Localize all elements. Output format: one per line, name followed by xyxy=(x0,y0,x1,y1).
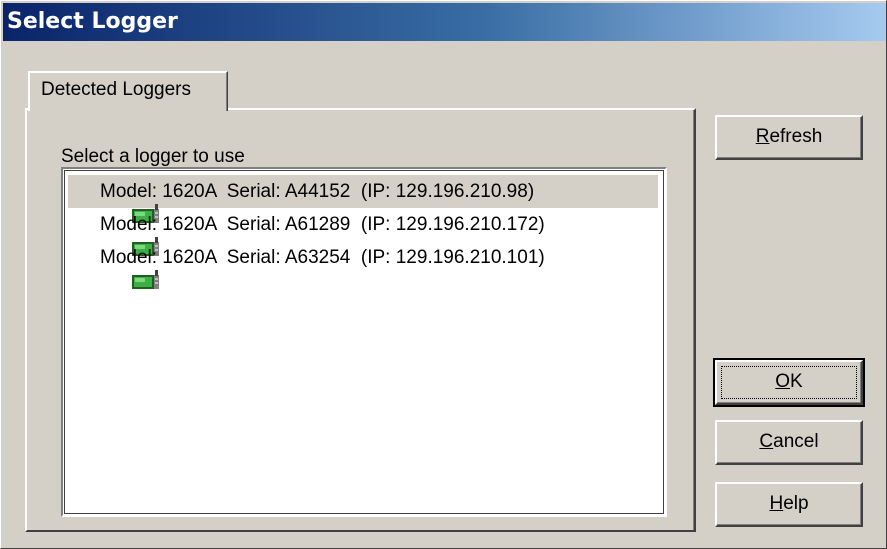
ok-button[interactable]: OK xyxy=(713,358,865,407)
select-logger-dialog: Select Logger Detected Loggers Select a … xyxy=(0,0,887,549)
help-button[interactable]: Help xyxy=(715,482,863,527)
ok-label: K xyxy=(790,371,803,392)
help-mnemonic: H xyxy=(769,493,784,514)
logger-list-item[interactable]: Model: 1620A Serial: A63254 (IP: 129.196… xyxy=(68,241,660,289)
cancel-label: ancel xyxy=(773,431,819,452)
logger-device-icon xyxy=(68,247,160,289)
logger-device-icon xyxy=(68,214,160,256)
logger-listbox[interactable]: Model: 1620A Serial: A44152 (IP: 129.196… xyxy=(61,167,667,517)
logger-device-icon xyxy=(68,181,160,223)
title-bar[interactable]: Select Logger xyxy=(3,3,886,41)
tab-detected-loggers[interactable]: Detected Loggers xyxy=(28,71,228,111)
logger-item-text: Model: 1620A Serial: A44152 (IP: 129.196… xyxy=(100,180,535,203)
ok-mnemonic: O xyxy=(775,371,791,392)
logger-list: Model: 1620A Serial: A44152 (IP: 129.196… xyxy=(68,175,660,289)
logger-item-text: Model: 1620A Serial: A61289 (IP: 129.196… xyxy=(100,213,545,235)
tab-panel-detected-loggers: Select a logger to use Model: 1620A Seri… xyxy=(25,108,696,532)
refresh-label: efresh xyxy=(769,126,823,147)
instruction-label: Select a logger to use xyxy=(61,146,245,167)
window-title: Select Logger xyxy=(7,9,178,34)
cancel-mnemonic: C xyxy=(759,431,774,452)
logger-list-item[interactable]: Model: 1620A Serial: A61289 (IP: 129.196… xyxy=(68,208,660,256)
logger-list-item[interactable]: Model: 1620A Serial: A44152 (IP: 129.196… xyxy=(68,175,658,223)
cancel-button[interactable]: Cancel xyxy=(715,420,863,465)
help-label: elp xyxy=(783,493,809,514)
logger-item-text: Model: 1620A Serial: A63254 (IP: 129.196… xyxy=(100,246,545,268)
refresh-mnemonic: R xyxy=(755,126,770,147)
refresh-button[interactable]: Refresh xyxy=(715,115,863,160)
tab-label: Detected Loggers xyxy=(41,79,191,100)
